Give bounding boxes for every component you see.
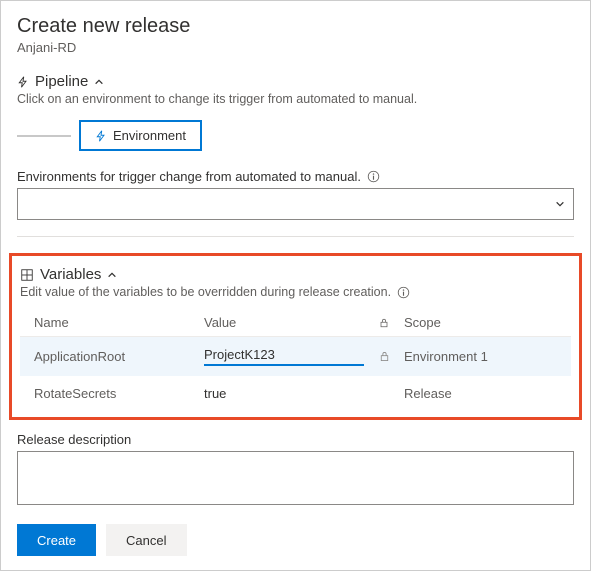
variables-section: Variables Edit value of the variables to… [9, 253, 582, 420]
var-lock-toggle[interactable] [364, 350, 404, 363]
var-scope: Environment 1 [404, 349, 557, 364]
lock-icon [378, 350, 391, 363]
environment-node[interactable]: Environment [79, 120, 202, 151]
divider [17, 236, 574, 237]
variables-section-header[interactable]: Variables [20, 266, 571, 283]
variables-icon [20, 268, 34, 282]
var-value-input[interactable]: ProjectK123 [204, 347, 364, 366]
release-description-label: Release description [17, 432, 574, 447]
env-trigger-dropdown[interactable] [17, 188, 574, 220]
artifact-connector [17, 135, 71, 137]
chevron-down-icon [555, 199, 565, 209]
variables-title: Variables [40, 266, 101, 283]
trigger-icon [17, 76, 29, 88]
pipeline-graph: Environment [17, 120, 574, 151]
col-lock [364, 317, 404, 329]
lock-icon [378, 317, 390, 329]
table-row[interactable]: ApplicationRoot ProjectK123 Environment … [20, 337, 571, 376]
chevron-up-icon [94, 77, 104, 87]
var-value-input[interactable]: true [204, 386, 364, 401]
var-scope: Release [404, 386, 557, 401]
page-title: Create new release [17, 15, 574, 38]
chevron-up-icon [107, 270, 117, 280]
var-name: ApplicationRoot [34, 349, 204, 364]
var-name: RotateSecrets [34, 386, 204, 401]
variables-table-header: Name Value Scope [20, 309, 571, 337]
release-description-input[interactable] [17, 451, 574, 505]
col-value: Value [204, 315, 364, 330]
environment-node-label: Environment [113, 128, 186, 143]
env-trigger-label: Environments for trigger change from aut… [17, 169, 574, 184]
col-scope: Scope [404, 315, 557, 330]
table-row[interactable]: RotateSecrets true Release [20, 376, 571, 411]
info-icon[interactable] [397, 286, 410, 299]
release-definition-name: Anjani-RD [17, 40, 574, 55]
create-button[interactable]: Create [17, 524, 96, 556]
info-icon[interactable] [367, 170, 380, 183]
cancel-button[interactable]: Cancel [106, 524, 186, 556]
variables-description: Edit value of the variables to be overri… [20, 285, 571, 299]
col-name: Name [34, 315, 204, 330]
trigger-icon [95, 130, 107, 142]
pipeline-section-header[interactable]: Pipeline [17, 73, 574, 90]
dialog-footer: Create Cancel [17, 524, 574, 556]
variables-table: Name Value Scope ApplicationRoot Project… [20, 309, 571, 411]
pipeline-description: Click on an environment to change its tr… [17, 92, 574, 106]
pipeline-title: Pipeline [35, 73, 88, 90]
